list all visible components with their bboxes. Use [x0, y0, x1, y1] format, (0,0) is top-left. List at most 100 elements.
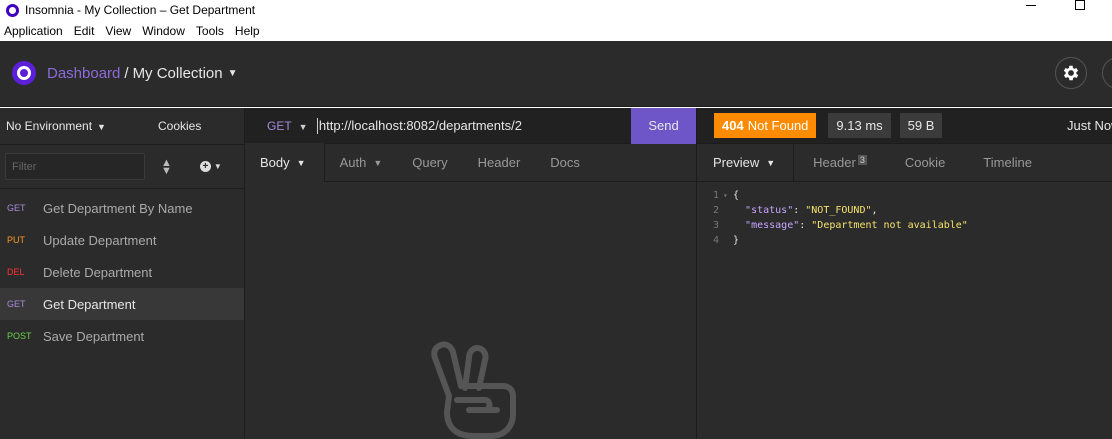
insomnia-logo-icon[interactable] [12, 61, 36, 85]
method-badge: PUT [7, 235, 25, 245]
menu-window[interactable]: Window [142, 24, 185, 38]
breadcrumb: Dashboard / My Collection ▼ [47, 65, 238, 82]
request-name: Delete Department [43, 264, 153, 280]
request-tabs: Body ▼ Auth ▼ Query Header Docs [245, 143, 696, 182]
method-badge: DEL [7, 267, 25, 277]
tab-response-header[interactable]: Header 3 [794, 144, 886, 182]
status-badge: 404 Not Found [714, 113, 817, 138]
tab-preview[interactable]: Preview ▼ [697, 143, 795, 182]
url-input[interactable]: http://localhost:8082/departments/2 [316, 117, 631, 134]
json-value: "Department not available" [811, 220, 968, 231]
json-value: "NOT_FOUND" [805, 205, 872, 216]
tab-query[interactable]: Query [397, 144, 462, 182]
tab-header[interactable]: Header [463, 144, 536, 182]
method-label: GET [267, 118, 292, 133]
response-tabs: Preview ▼ Header 3 Cookie Timeline [697, 143, 1112, 182]
request-item[interactable]: DEL Delete Department [0, 256, 244, 288]
cookies-button[interactable]: Cookies [158, 119, 201, 133]
line-number: 3 [712, 220, 719, 231]
tab-label: Header [813, 155, 856, 170]
code-line: 2 "status": "NOT_FOUND", [697, 203, 1112, 218]
response-body-viewer[interactable]: 1 ▾ { 2 "status": "NOT_FOUND", 3 "messag… [697, 182, 1112, 248]
chevron-down-icon: ▼ [298, 121, 308, 132]
method-badge: POST [7, 331, 32, 341]
line-number: 2 [712, 205, 719, 216]
request-name: Update Department [43, 232, 157, 248]
tab-label: Auth [339, 155, 367, 170]
menu-application[interactable]: Application [4, 24, 63, 38]
status-code: 404 [722, 118, 744, 133]
json-key: "status" [745, 205, 794, 216]
plus-circle-icon: + [199, 161, 211, 172]
tab-auth[interactable]: Auth ▼ [325, 144, 398, 182]
maximize-button[interactable] [1075, 0, 1085, 10]
tab-cookie[interactable]: Cookie [886, 144, 964, 182]
chevron-down-icon[interactable]: ▼ [228, 68, 238, 79]
filter-input[interactable]: Filter [5, 153, 145, 180]
code-text: { [733, 190, 740, 201]
chevron-down-icon: ▼ [373, 157, 383, 168]
request-list: GET Get Department By Name PUT Update De… [0, 192, 244, 352]
environment-row: No Environment ▼ Cookies [0, 108, 244, 145]
collection-dropdown[interactable]: My Collection [133, 65, 223, 82]
response-pane: 404 Not Found 9.13 ms 59 B Just Now Prev… [697, 108, 1112, 439]
menu-help[interactable]: Help [235, 24, 260, 38]
method-dropdown[interactable]: GET ▼ [245, 119, 317, 133]
line-number: 4 [712, 235, 719, 246]
json-key: "message" [745, 220, 800, 231]
json-comma: , [871, 205, 878, 216]
settings-button[interactable] [1055, 57, 1087, 89]
request-name: Get Department By Name [43, 200, 193, 216]
response-size: 59 B [899, 113, 943, 138]
window-title: Insomnia - My Collection – Get Departmen… [25, 3, 256, 17]
header-count-badge: 3 [857, 154, 867, 165]
breadcrumb-separator: / [124, 65, 129, 82]
fold-arrow-icon[interactable]: ▾ [723, 188, 733, 203]
chevron-down-icon: ▼ [296, 157, 306, 168]
request-name: Save Department [43, 328, 145, 344]
environment-label: No Environment [6, 119, 93, 133]
environment-dropdown[interactable]: No Environment ▼ [6, 119, 152, 133]
code-line: 1 ▾ { [697, 188, 1112, 203]
tab-timeline[interactable]: Timeline [964, 144, 1051, 182]
status-text: Not Found [747, 118, 809, 133]
request-item[interactable]: PUT Update Department [0, 224, 244, 256]
tab-label: Body [260, 155, 290, 170]
minimize-button[interactable] [1026, 2, 1036, 6]
code-line: 3 "message": "Department not available" [697, 218, 1112, 233]
filter-row: Filter ▲ ▼ + ▼ [0, 145, 244, 189]
method-badge: GET [7, 203, 26, 213]
tab-body[interactable]: Body ▼ [245, 143, 325, 182]
response-timestamp[interactable]: Just Now [1067, 118, 1112, 133]
chevron-down-icon: ▼ [97, 122, 106, 132]
method-badge: GET [7, 299, 26, 309]
request-item[interactable]: POST Save Department [0, 320, 244, 352]
sidebar: No Environment ▼ Cookies Filter ▲ ▼ + ▼ GE… [0, 108, 245, 439]
menu-edit[interactable]: Edit [74, 24, 95, 38]
response-time: 9.13 ms [828, 113, 891, 138]
request-item-active[interactable]: GET Get Department [0, 288, 244, 320]
dashboard-link[interactable]: Dashboard [47, 65, 120, 82]
send-button[interactable]: Send [631, 107, 696, 144]
menu-view[interactable]: View [105, 24, 131, 38]
gear-icon [1063, 65, 1079, 81]
sort-icon[interactable]: ▲ ▼ [161, 157, 172, 176]
tab-docs[interactable]: Docs [535, 144, 595, 182]
account-button[interactable] [1102, 57, 1112, 89]
app-header: Dashboard / My Collection ▼ [0, 41, 1112, 107]
line-number: 1 [712, 190, 719, 201]
request-name: Get Department [43, 296, 136, 312]
request-item[interactable]: GET Get Department By Name [0, 192, 244, 224]
url-bar: GET ▼ http://localhost:8082/departments/2… [245, 107, 696, 144]
menu-tools[interactable]: Tools [196, 24, 224, 38]
window-titlebar: Insomnia - My Collection – Get Departmen… [0, 0, 1112, 20]
chevron-down-icon: ▼ [213, 162, 222, 171]
response-status-bar: 404 Not Found 9.13 ms 59 B Just Now [697, 108, 1112, 144]
code-text: } [733, 235, 740, 246]
request-pane: GET ▼ http://localhost:8082/departments/2… [245, 107, 697, 439]
tab-label: Preview [713, 155, 760, 170]
code-line: 4 } [697, 233, 1112, 248]
chevron-down-icon: ▼ [766, 157, 776, 168]
add-request-button[interactable]: + ▼ [199, 161, 222, 172]
filter-placeholder: Filter [12, 160, 37, 173]
